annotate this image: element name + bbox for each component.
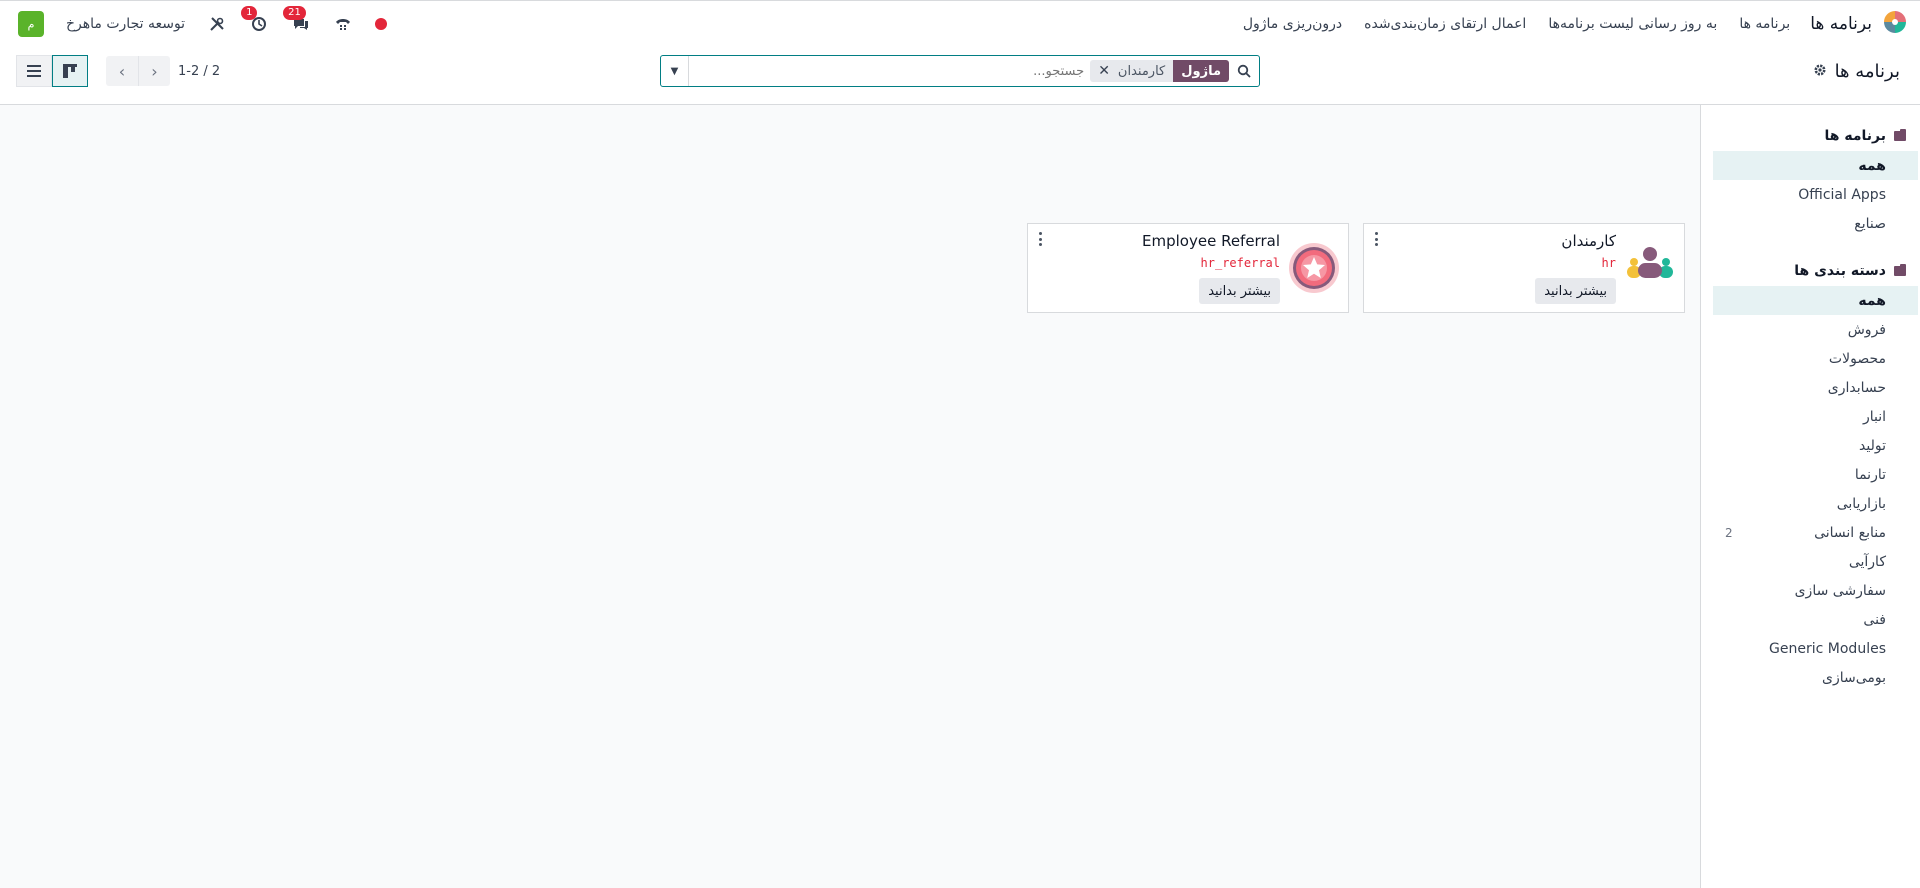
apps-filter-title: برنامه ها [1824,128,1886,144]
filter-item-industries[interactable]: صنایع [1713,209,1918,238]
category-item-technical[interactable]: فنی [1713,605,1918,634]
module-card-hr[interactable]: کارمندان hr بیشتر بدانید [1363,223,1685,313]
category-label: تولید [1859,437,1886,454]
main-menu: برنامه ها به روز رسانی لیست برنامه‌ها اع… [1243,16,1790,32]
card-menu-icon[interactable] [1374,232,1378,246]
card-technical-name: hr_referral [1200,256,1280,270]
search-icon[interactable] [1229,56,1259,86]
category-item-generic-modules[interactable]: Generic Modules [1713,634,1918,663]
category-label: انبار [1862,408,1886,425]
category-item-products[interactable]: محصولات [1713,344,1918,373]
card-title: Employee Referral [1142,232,1280,250]
category-item-website[interactable]: تارنما [1713,460,1918,489]
pager: ‹ › 1-2 / 2 [106,56,220,86]
apps-filter-header: برنامه ها [1701,125,1920,147]
company-switcher[interactable]: توسعه تجارت ماهرخ [66,16,185,32]
referral-star-icon [1288,242,1340,294]
app-title[interactable]: برنامه ها [1810,14,1872,34]
learn-more-button[interactable]: بیشتر بدانید [1199,278,1280,304]
categories-filter-header: دسته بندی ها [1701,260,1920,282]
category-label: Generic Modules [1769,640,1886,657]
category-item-customizations[interactable]: سفارشی سازی [1713,576,1918,605]
filter-item-all-apps[interactable]: همه [1713,151,1918,180]
chat-icon[interactable]: 21 [283,6,311,34]
chevron-right-icon: › [151,61,158,81]
filter-label: Official Apps [1798,186,1886,203]
menu-import-module[interactable]: درون‌ریزی ماژول [1243,16,1342,32]
folder-icon [1894,264,1906,276]
menu-update-apps-list[interactable]: به روز رسانی لیست برنامه‌ها [1548,16,1717,32]
category-label: همه [1858,292,1886,309]
category-label: فروش [1847,321,1886,338]
category-item-manufacturing[interactable]: تولید [1713,431,1918,460]
category-item-inventory[interactable]: انبار [1713,402,1918,431]
filter-label: همه [1858,157,1886,174]
folder-icon [1894,129,1906,141]
menu-apps[interactable]: برنامه ها [1739,16,1790,32]
employees-icon [1624,242,1676,294]
phone-icon[interactable] [333,14,353,34]
kanban-view-icon [63,64,77,78]
control-panel: برنامه ها ماژول کارمندان ✕ ▼ ‹ › 1-2 / 2 [0,47,1920,105]
category-item-marketing[interactable]: بازاریابی [1713,489,1918,518]
gear-icon[interactable] [1813,61,1827,82]
category-item-human-resources[interactable]: منابع انسانی 2 [1713,518,1918,547]
debug-tools-icon[interactable] [207,14,227,34]
category-label: فنی [1863,611,1886,628]
facet-label: ماژول [1173,60,1229,82]
systray: 21 1 توسعه تجارت ماهرخ م [18,6,388,37]
chat-badge: 21 [283,6,306,20]
pager-next-button[interactable]: › [138,56,170,86]
facet-value: کارمندان ✕ [1090,60,1174,82]
learn-more-button[interactable]: بیشتر بدانید [1535,278,1616,304]
category-label: بومی‌سازی [1821,669,1886,686]
category-item-localization[interactable]: بومی‌سازی [1713,663,1918,692]
activity-badge: 1 [241,6,258,20]
page-title: برنامه ها [1834,61,1900,82]
categories-filter-title: دسته بندی ها [1794,263,1886,279]
category-count: 2 [1725,525,1733,540]
facet-value-text: کارمندان [1117,63,1166,79]
category-item-sales[interactable]: فروش [1713,315,1918,344]
search-input[interactable] [689,57,1085,85]
category-item-productivity[interactable]: کارآیی [1713,547,1918,576]
apps-menu-icon[interactable] [1882,9,1908,39]
user-avatar[interactable]: م [18,11,44,37]
caret-down-icon: ▼ [670,65,679,77]
menu-apply-scheduled-upgrades[interactable]: اعمال ارتقای زمان‌بندی‌شده [1364,16,1526,32]
category-label: کارآیی [1848,553,1886,570]
pager-previous-button[interactable]: ‹ [106,56,138,86]
filter-item-official-apps[interactable]: Official Apps [1713,180,1918,209]
card-menu-icon[interactable] [1038,232,1042,246]
list-view-button[interactable] [16,55,52,87]
close-icon[interactable]: ✕ [1098,63,1110,79]
recording-status-icon[interactable] [375,18,388,30]
breadcrumb: برنامه ها [1813,61,1900,82]
category-label: تارنما [1854,466,1886,483]
category-label: منابع انسانی [1814,524,1886,541]
pager-value[interactable]: 1-2 / 2 [178,64,220,79]
activity-clock-icon[interactable]: 1 [241,6,269,34]
top-navbar: برنامه ها برنامه ها به روز رسانی لیست بر… [0,0,1920,47]
search-facet: ماژول کارمندان ✕ [1090,60,1229,82]
view-switcher [16,55,88,87]
card-title: کارمندان [1561,232,1616,250]
search-options-toggle[interactable]: ▼ [661,56,689,86]
category-label: حسابداری [1827,379,1886,396]
category-label: محصولات [1828,350,1886,367]
kanban-view-button[interactable] [52,55,88,87]
category-label: سفارشی سازی [1794,582,1886,599]
search-bar: ماژول کارمندان ✕ ▼ [660,55,1260,87]
card-technical-name: hr [1601,256,1616,270]
category-item-all[interactable]: همه [1713,286,1918,315]
list-view-icon [27,65,41,77]
chevron-left-icon: ‹ [118,61,126,81]
filter-label: صنایع [1854,215,1886,232]
module-card-hr-referral[interactable]: Employee Referral hr_referral بیشتر بدان… [1027,223,1349,313]
app-brand[interactable]: برنامه ها [1810,9,1908,39]
category-label: بازاریابی [1836,495,1886,512]
kanban-area: کارمندان hr بیشتر بدانید Employee Referr… [0,105,1700,888]
search-panel: برنامه ها همه Official Apps صنایع دسته ب… [1700,105,1920,888]
category-item-accounting[interactable]: حسابداری [1713,373,1918,402]
